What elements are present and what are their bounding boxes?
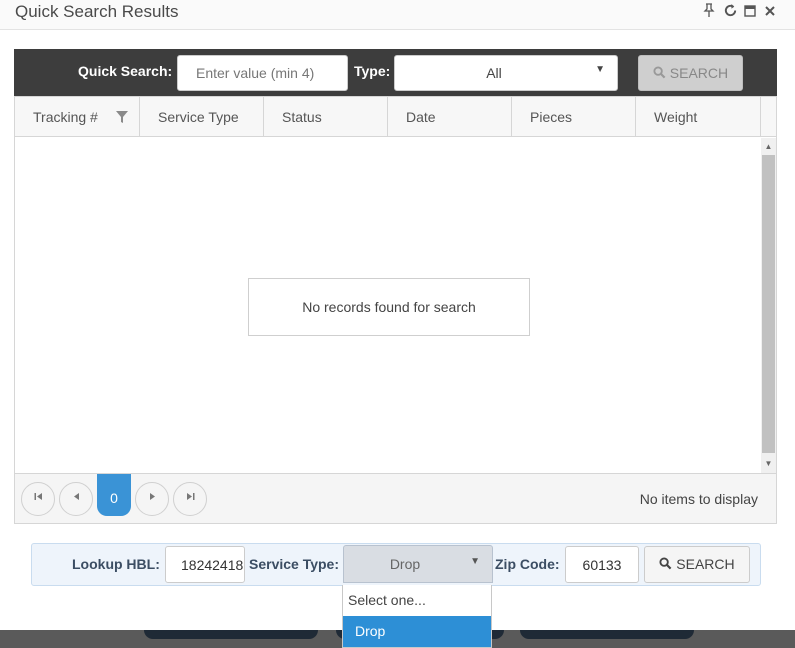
quick-search-button[interactable]: SEARCH [638, 55, 743, 91]
grid-scrollbar[interactable]: ▲ ▼ [761, 138, 776, 473]
zip-code-label: Zip Code: [495, 556, 560, 572]
search-icon [653, 66, 666, 79]
window-titlebar: Quick Search Results [0, 0, 795, 30]
column-header-service-type[interactable]: Service Type [140, 97, 264, 137]
column-header-tracking[interactable]: Tracking # [15, 97, 140, 137]
zip-code-input[interactable] [565, 546, 639, 583]
column-header-label: Pieces [530, 109, 573, 125]
current-page[interactable]: 0 [97, 474, 131, 516]
dropdown-option-select-one[interactable]: Select one... [343, 585, 491, 616]
pin-icon[interactable] [700, 3, 718, 21]
lookup-hbl-label: Lookup HBL: [72, 556, 160, 572]
lookup-bar: Lookup HBL: Service Type: Drop ▼ Zip Cod… [31, 543, 761, 586]
type-label: Type: [354, 63, 391, 79]
first-page-icon[interactable] [21, 482, 55, 516]
type-select[interactable]: All ▼ [394, 55, 618, 91]
dropdown-option-drop[interactable]: Drop [343, 616, 491, 647]
column-header-pieces[interactable]: Pieces [512, 97, 636, 137]
grid-header: Tracking # Service Type Status Date Piec… [15, 97, 776, 137]
scroll-up-icon[interactable]: ▲ [761, 140, 776, 154]
lookup-hbl-input[interactable] [165, 546, 245, 583]
service-type-select[interactable]: Drop ▼ [343, 545, 493, 583]
column-header-weight[interactable]: Weight [636, 97, 761, 137]
window-title: Quick Search Results [15, 2, 179, 21]
caret-down-icon: ▼ [595, 64, 605, 75]
scroll-thumb[interactable] [762, 155, 775, 453]
quick-search-label: Quick Search: [78, 63, 173, 79]
filter-icon[interactable] [115, 110, 129, 124]
empty-message: No records found for search [248, 278, 530, 336]
prev-page-icon[interactable] [59, 482, 93, 516]
column-header-date[interactable]: Date [388, 97, 512, 137]
column-header-label: Service Type [158, 109, 239, 125]
grid-pager: 0 No items to display [15, 473, 776, 523]
background-button [520, 630, 694, 639]
quick-search-input[interactable] [177, 55, 348, 91]
column-header-status[interactable]: Status [264, 97, 388, 137]
quick-search-window: Quick Search Results Quick Search: Type:… [0, 0, 795, 630]
caret-down-icon: ▼ [470, 556, 480, 567]
lookup-search-button-label: SEARCH [676, 556, 735, 572]
service-type-label: Service Type: [249, 556, 340, 572]
results-grid: Tracking # Service Type Status Date Piec… [14, 96, 777, 524]
scroll-down-icon[interactable]: ▼ [761, 457, 776, 471]
column-header-label: Date [406, 109, 436, 125]
refresh-icon[interactable] [721, 3, 739, 21]
next-page-icon[interactable] [135, 482, 169, 516]
service-type-value: Drop [389, 556, 421, 572]
lookup-search-button[interactable]: SEARCH [644, 546, 750, 583]
background-button [144, 630, 318, 639]
search-icon [659, 557, 672, 570]
type-select-value: All [486, 65, 502, 81]
column-header-label: Tracking # [33, 109, 98, 125]
service-type-dropdown: Select one... Drop [342, 585, 492, 648]
close-icon[interactable] [761, 3, 779, 21]
quick-search-button-label: SEARCH [669, 65, 729, 81]
column-header-label: Status [282, 109, 322, 125]
column-header-label: Weight [654, 109, 698, 125]
maximize-icon[interactable] [741, 3, 759, 21]
last-page-icon[interactable] [173, 482, 207, 516]
pager-info: No items to display [639, 491, 758, 507]
